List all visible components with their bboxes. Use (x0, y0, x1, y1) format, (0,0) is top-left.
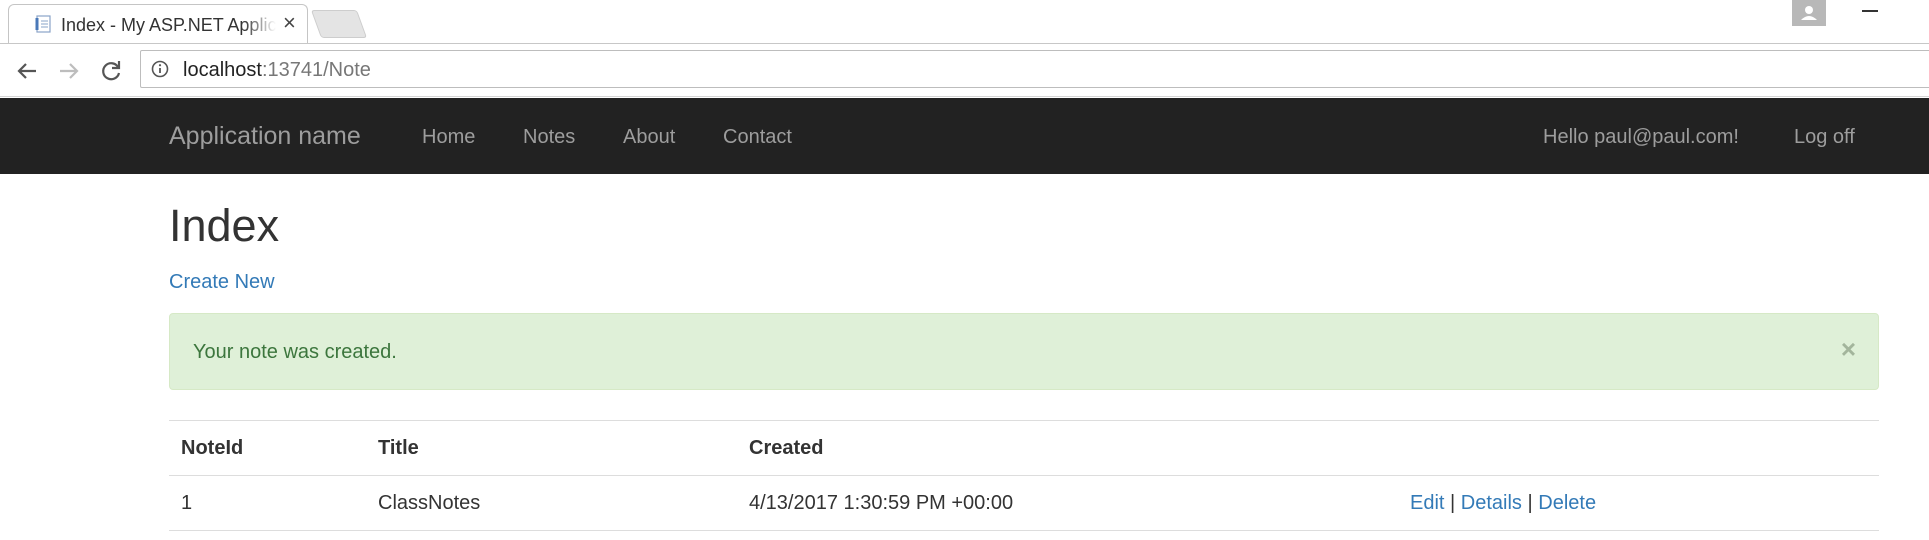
table-header-row: NoteId Title Created (169, 420, 1879, 475)
cell-note-id: 1 (181, 492, 193, 514)
details-link[interactable]: Details (1461, 492, 1522, 514)
url-text[interactable]: localhost:13741/Note (183, 59, 371, 82)
page-title: Index (169, 200, 280, 251)
nav-link-contact[interactable]: Contact (723, 126, 792, 149)
info-icon[interactable] (151, 60, 169, 78)
url-host: localhost (183, 59, 262, 81)
browser-tab[interactable]: Index - My ASP.NET Application × (8, 4, 308, 44)
user-greeting-link[interactable]: Hello paul@paul.com! (1543, 126, 1739, 149)
alert-message: Your note was created. (193, 341, 397, 363)
table-row: 1 ClassNotes 4/13/2017 1:30:59 PM +00:00… (169, 475, 1879, 531)
page-favicon-icon (35, 15, 51, 33)
edit-link[interactable]: Edit (1410, 492, 1444, 514)
site-navbar: Application name Home Notes About Contac… (0, 98, 1929, 174)
profile-icon[interactable] (1792, 0, 1826, 26)
new-tab-icon[interactable] (310, 10, 368, 38)
nav-link-notes[interactable]: Notes (523, 126, 575, 149)
action-separator: | (1450, 492, 1456, 514)
notes-table: NoteId Title Created 1 ClassNotes 4/13/2… (169, 420, 1879, 531)
column-header-noteid: NoteId (181, 437, 244, 459)
row-actions: Edit | Details | Delete (1410, 492, 1596, 515)
tab-title: Index - My ASP.NET Application (61, 15, 276, 35)
close-icon[interactable]: × (283, 10, 296, 35)
close-icon[interactable]: × (1841, 336, 1856, 362)
nav-link-home[interactable]: Home (422, 126, 475, 149)
success-alert: Your note was created. × (169, 313, 1879, 390)
reload-icon[interactable] (98, 58, 124, 84)
create-new-link[interactable]: Create New (169, 271, 275, 294)
back-arrow-icon[interactable] (14, 58, 40, 84)
browser-toolbar: localhost:13741/Note (0, 44, 1929, 97)
brand-link[interactable]: Application name (169, 122, 361, 151)
cell-created: 4/13/2017 1:30:59 PM +00:00 (749, 492, 1014, 514)
browser-tabstrip: Index - My ASP.NET Application × (0, 0, 1929, 44)
column-header-title: Title (378, 437, 419, 459)
cell-title: ClassNotes (378, 492, 481, 514)
delete-link[interactable]: Delete (1538, 492, 1596, 514)
address-bar[interactable]: localhost:13741/Note (140, 50, 1929, 88)
column-header-created: Created (749, 437, 824, 459)
url-path: :13741/Note (261, 59, 371, 81)
nav-link-about[interactable]: About (623, 126, 675, 149)
minimize-icon[interactable] (1862, 10, 1878, 12)
logoff-link[interactable]: Log off (1794, 126, 1855, 149)
action-separator: | (1527, 492, 1533, 514)
forward-arrow-icon[interactable] (56, 58, 82, 84)
